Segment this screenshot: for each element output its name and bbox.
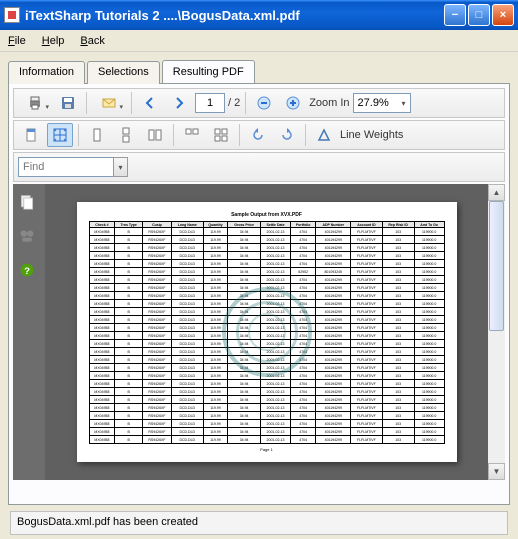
page-nav-button[interactable] — [18, 123, 44, 147]
status-text: BogusData.xml.pdf has been created — [17, 516, 198, 528]
table-row: MX04958BRS9426XFDCD.DLD119.9934.942001-0… — [89, 396, 444, 404]
table-row: MX04958BRS9426XFDCD.DLD119.9934.942001-0… — [89, 332, 444, 340]
table-row: MX04958BRS9426XFDCD.DLD119.9934.942001-0… — [89, 420, 444, 428]
print-button[interactable] — [18, 91, 52, 115]
table-row: MX04958BRS9426XFDCD.DLD119.9934.942001-0… — [89, 252, 444, 260]
menu-back[interactable]: Back — [80, 35, 104, 47]
table-row: MX04958BRS9426XFDCD.DLD119.9934.942001-0… — [89, 308, 444, 316]
table-row: MX04958BRS9426XFDCD.DLD119.9934.942001-0… — [89, 364, 444, 372]
facing-button[interactable] — [142, 123, 168, 147]
email-button[interactable] — [92, 91, 126, 115]
scroll-thumb[interactable] — [489, 201, 504, 331]
table-row: MX04958BRS9426XFDCD.DLD119.9934.942001-0… — [89, 340, 444, 348]
table-row: MX04958BRS9426XFDCD.DLD119.9934.942001-0… — [89, 260, 444, 268]
table-row: MX04958BRS9426XFDCD.DLD119.9934.942001-0… — [89, 292, 444, 300]
tab-selections[interactable]: Selections — [87, 61, 160, 84]
table-row: MX04958BRS9426XFDCD.DLD119.9934.942001-0… — [89, 284, 444, 292]
table-row: MX04958BRS9426XFDCD.DLD119.9934.942001-0… — [89, 428, 444, 436]
table-row: MX04958BRS9426XFDCD.DLD119.9934.942001-0… — [89, 244, 444, 252]
close-button[interactable]: × — [492, 4, 514, 26]
single-page-button[interactable] — [84, 123, 110, 147]
four-up-button[interactable] — [208, 123, 234, 147]
two-up-button[interactable] — [179, 123, 205, 147]
prev-page-button[interactable] — [137, 91, 163, 115]
fit-page-button[interactable] — [47, 123, 73, 147]
pdf-title: Sample Output from XVX.PDF — [89, 212, 445, 218]
pages-pane-icon[interactable] — [19, 194, 39, 214]
scroll-up-button[interactable]: ▲ — [488, 184, 505, 201]
table-row: MX04958BRS9426XFDCD.DLD119.9934.942001-0… — [89, 380, 444, 388]
app-icon — [4, 7, 20, 23]
page-number-input[interactable] — [195, 93, 225, 113]
table-row: MX04958BRS9426XFDCD.DLD119.9934.942001-0… — [89, 316, 444, 324]
table-row: MX04958BRS9426XFDCD.DLD119.9934.942001-0… — [89, 324, 444, 332]
continuous-button[interactable] — [113, 123, 139, 147]
menu-file[interactable]: File — [8, 35, 26, 47]
find-dropdown[interactable]: ▾ — [114, 157, 128, 177]
toolbar-row-2: Line Weights — [13, 120, 505, 150]
tab-panel: / 2 Zoom In 27.9% Line Weights — [8, 83, 510, 505]
page-sep: / — [228, 97, 231, 109]
attachments-pane-icon[interactable] — [19, 228, 39, 248]
zoom-in-button[interactable] — [280, 91, 306, 115]
toolbar-row-1: / 2 Zoom In 27.9% — [13, 88, 505, 118]
table-row: MX04958BRS9426XFDCD.DLD119.9934.942001-0… — [89, 236, 444, 244]
table-row: MX04958BRS9426XFDCD.DLD119.9934.942001-0… — [89, 372, 444, 380]
vertical-scrollbar[interactable]: ▲ ▼ — [488, 184, 505, 480]
table-row: MX04958BRS9426XFDCD.DLD119.9934.942001-0… — [89, 276, 444, 284]
table-row: MX04958BRS9426XFDCD.DLD119.9934.942001-0… — [89, 300, 444, 308]
zoom-select[interactable]: 27.9% — [353, 93, 411, 113]
tab-strip: Information Selections Resulting PDF — [8, 60, 510, 83]
table-row: MX04958BRS9426XFDCD.DLD119.9934.942001-0… — [89, 436, 444, 444]
status-bar: BogusData.xml.pdf has been created — [10, 511, 508, 535]
line-weights-icon[interactable] — [311, 123, 337, 147]
line-weights-label: Line Weights — [340, 129, 403, 141]
table-row: MX04958BRS9426XFDCD.DLD119.9934.942001-0… — [89, 268, 444, 276]
table-row: MX04958BRS9426XFDCD.DLD119.9934.942001-0… — [89, 388, 444, 396]
toolbar-row-3: ▾ — [13, 152, 505, 182]
tab-information[interactable]: Information — [8, 61, 85, 84]
menu-help[interactable]: Help — [42, 35, 65, 47]
pdf-footer: Page 1 — [89, 447, 445, 452]
table-row: MX04958BRS9426XFDCD.DLD119.9934.942001-0… — [89, 404, 444, 412]
zoom-label: Zoom In — [309, 97, 349, 109]
help-pane-icon[interactable]: ? — [19, 262, 39, 282]
table-row: MX04958BRS9426XFDCD.DLD119.9934.942001-0… — [89, 228, 444, 236]
rotate-cw-button[interactable] — [274, 123, 300, 147]
tab-resulting-pdf[interactable]: Resulting PDF — [162, 60, 255, 83]
save-button[interactable] — [55, 91, 81, 115]
next-page-button[interactable] — [166, 91, 192, 115]
zoom-out-button[interactable] — [251, 91, 277, 115]
viewer-sidebar: ? — [13, 184, 45, 480]
table-row: MX04958BRS9426XFDCD.DLD119.9934.942001-0… — [89, 412, 444, 420]
titlebar[interactable]: iTextSharp Tutorials 2 ....\BogusData.xm… — [0, 0, 518, 30]
pdf-table: Check #Trns TypeCusipLong NameQuantityGr… — [89, 221, 445, 444]
table-row: MX04958BRS9426XFDCD.DLD119.9934.942001-0… — [89, 348, 444, 356]
find-input[interactable] — [18, 157, 114, 177]
svg-text:?: ? — [24, 266, 30, 277]
pdf-viewer: ? Sample Output from XVX.PDF Check #Trns… — [13, 184, 505, 480]
page-total: 2 — [234, 97, 240, 109]
menubar: File Help Back — [0, 30, 518, 52]
window-title: iTextSharp Tutorials 2 ....\BogusData.xm… — [25, 8, 300, 23]
table-row: MX04958BRS9426XFDCD.DLD119.9934.942001-0… — [89, 356, 444, 364]
minimize-button[interactable]: − — [444, 4, 466, 26]
pdf-page: Sample Output from XVX.PDF Check #Trns T… — [77, 202, 457, 462]
scroll-down-button[interactable]: ▼ — [488, 463, 505, 480]
pdf-canvas[interactable]: Sample Output from XVX.PDF Check #Trns T… — [45, 184, 488, 480]
maximize-button[interactable]: □ — [468, 4, 490, 26]
rotate-ccw-button[interactable] — [245, 123, 271, 147]
